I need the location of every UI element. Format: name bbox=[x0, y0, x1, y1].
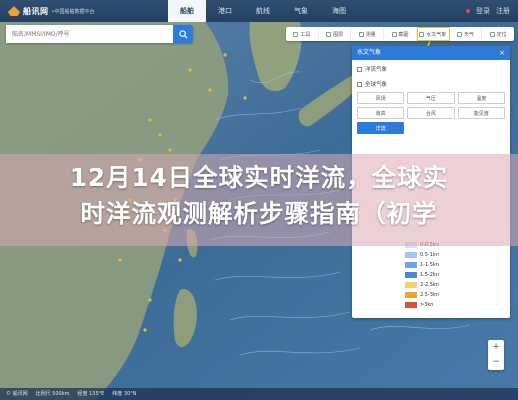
tool-weather[interactable]: 天气 bbox=[450, 27, 483, 41]
logo[interactable]: 船讯网 •中国船舶数据平台 bbox=[0, 6, 168, 17]
nav-item-weather[interactable]: 气象 bbox=[282, 0, 320, 22]
layer-wave[interactable]: 浪高 bbox=[357, 107, 405, 119]
tools-icon bbox=[293, 31, 299, 37]
legend-label: 1-1.5kn bbox=[420, 262, 440, 268]
latitude-readout: 纬度 30°N bbox=[112, 391, 137, 397]
nav-item-ships[interactable]: 船舶 bbox=[168, 0, 206, 22]
search-button[interactable] bbox=[173, 25, 193, 43]
tool-screenshot[interactable]: 截图 bbox=[384, 27, 417, 41]
layer-grid: 风场 气压 温度 浪高 台风 能见度 洋流 bbox=[352, 90, 510, 136]
status-bar: © 船讯网 比例尺 500km 经度 135°E 纬度 30°N bbox=[0, 388, 518, 400]
register-link[interactable]: 注册 bbox=[496, 6, 510, 16]
section-ocean-weather[interactable]: 洋流气象 bbox=[352, 60, 510, 75]
legend-row: 1.5-2kn bbox=[403, 270, 461, 280]
checkbox[interactable] bbox=[357, 66, 362, 72]
tool-locate[interactable]: 定位 bbox=[482, 27, 514, 41]
search-icon bbox=[178, 29, 188, 39]
layer-temperature[interactable]: 温度 bbox=[457, 92, 505, 104]
logo-icon bbox=[8, 6, 20, 16]
scale-readout: 比例尺 500km bbox=[35, 391, 70, 397]
tool-label: 测量 bbox=[365, 31, 376, 38]
legend-swatch bbox=[405, 252, 417, 258]
layers-icon bbox=[326, 31, 332, 37]
close-icon[interactable]: × bbox=[499, 46, 505, 60]
tool-layers[interactable]: 图层 bbox=[319, 27, 352, 41]
legend-row: 2-2.5kn bbox=[403, 280, 461, 290]
nav-item-charts[interactable]: 海图 bbox=[320, 0, 358, 22]
cloud-icon bbox=[456, 31, 462, 37]
notification-dot-icon bbox=[466, 9, 470, 13]
tool-label: 工具 bbox=[300, 31, 311, 38]
camera-icon bbox=[391, 31, 397, 37]
legend-swatch bbox=[405, 262, 417, 268]
layer-typhoon[interactable]: 台风 bbox=[407, 107, 455, 119]
tool-label: 天气 bbox=[463, 31, 474, 38]
search-box bbox=[6, 25, 193, 43]
layer-current[interactable]: 洋流 bbox=[357, 122, 405, 134]
tool-label: 水文气象 bbox=[426, 31, 447, 38]
ruler-icon bbox=[358, 31, 364, 37]
title-line-2: 时洋流观测解析步骤指南（初学 bbox=[80, 199, 438, 228]
map-toolbar: 工具 图层 测量 截图 水文气象 天气 定位 bbox=[286, 27, 514, 41]
section-global-weather[interactable]: 全球气象 bbox=[352, 75, 510, 90]
legend-label: 2.5-3kn bbox=[420, 292, 440, 298]
legend-row: 0.5-1kn bbox=[403, 250, 461, 260]
copyright: © 船讯网 bbox=[6, 391, 28, 397]
panel-header: 水文气象 × bbox=[352, 46, 510, 60]
tool-label: 截图 bbox=[398, 31, 409, 38]
legend-label: 1.5-2kn bbox=[420, 272, 440, 278]
longitude-readout: 经度 135°E bbox=[77, 391, 105, 397]
layer-visibility[interactable]: 能见度 bbox=[457, 107, 505, 119]
section-label: 洋流气象 bbox=[365, 67, 388, 73]
tool-hydro-weather[interactable]: 水文气象 bbox=[416, 27, 450, 41]
search-input[interactable] bbox=[6, 25, 173, 43]
layer-wind[interactable]: 风场 bbox=[357, 92, 405, 104]
legend-swatch bbox=[405, 292, 417, 298]
legend-label: 2-2.5kn bbox=[420, 282, 440, 288]
zoom-out-button[interactable]: − bbox=[488, 355, 504, 370]
main-nav: 船舶 港口 航线 气象 海图 bbox=[168, 0, 358, 22]
legend-label: >3kn bbox=[420, 302, 434, 308]
tool-tools[interactable]: 工具 bbox=[286, 27, 319, 41]
top-navigation-bar: 船讯网 •中国船舶数据平台 船舶 港口 航线 气象 海图 登录 注册 bbox=[0, 0, 518, 22]
nav-item-ports[interactable]: 港口 bbox=[206, 0, 244, 22]
layer-pressure[interactable]: 气压 bbox=[407, 92, 455, 104]
wave-icon bbox=[419, 31, 425, 37]
current-legend: 0-0.5kn 0.5-1kn 1-1.5kn 1.5-2kn 2-2.5kn … bbox=[403, 240, 461, 310]
legend-row: >3kn bbox=[403, 300, 461, 310]
title-line-1: 12月14日全球实时洋流，全球实 bbox=[69, 163, 449, 192]
zoom-in-button[interactable]: + bbox=[488, 340, 504, 355]
legend-label: 0.5-1kn bbox=[420, 252, 440, 258]
panel-title: 水文气象 bbox=[357, 49, 382, 56]
checkbox[interactable] bbox=[357, 81, 362, 87]
zoom-control: + − bbox=[488, 340, 504, 370]
section-label: 全球气象 bbox=[365, 82, 388, 88]
legend-swatch bbox=[405, 302, 417, 308]
nav-item-routes[interactable]: 航线 bbox=[244, 0, 282, 22]
legend-swatch bbox=[405, 282, 417, 288]
login-link[interactable]: 登录 bbox=[476, 6, 490, 16]
tool-label: 图层 bbox=[333, 31, 344, 38]
locate-icon bbox=[489, 31, 495, 37]
logo-tagline: •中国船舶数据平台 bbox=[51, 8, 95, 15]
user-links: 登录 注册 bbox=[466, 6, 518, 16]
tool-label: 定位 bbox=[496, 31, 507, 38]
tool-measure[interactable]: 测量 bbox=[351, 27, 385, 41]
legend-row: 2.5-3kn bbox=[403, 290, 461, 300]
article-title: 12月14日全球实时洋流，全球实 时洋流观测解析步骤指南（初学 bbox=[0, 160, 518, 232]
legend-swatch bbox=[405, 272, 417, 278]
legend-row: 1-1.5kn bbox=[403, 260, 461, 270]
logo-name: 船讯网 bbox=[23, 6, 49, 16]
